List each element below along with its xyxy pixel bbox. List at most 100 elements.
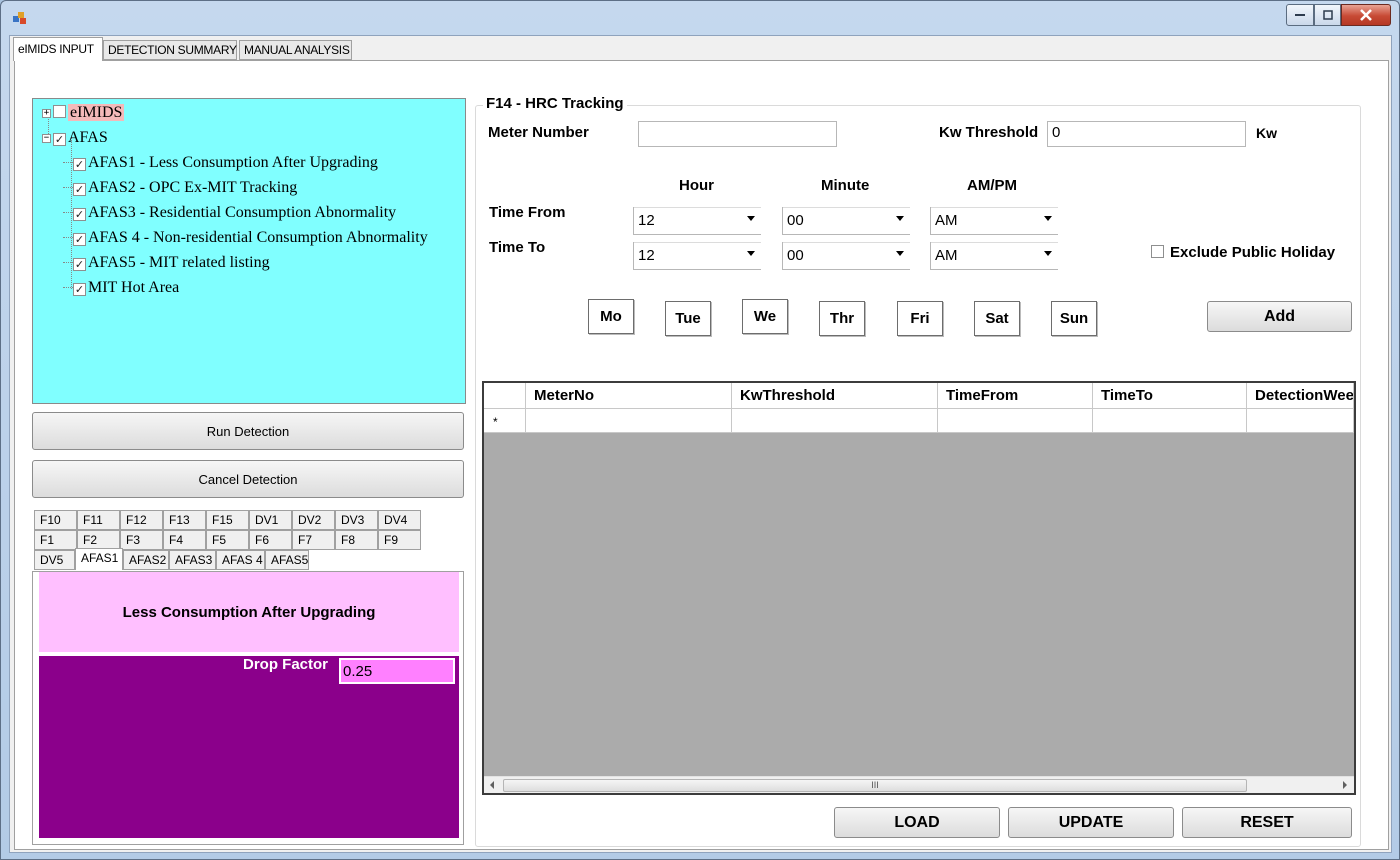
tree-node-child[interactable]: ✓ AFAS3 - Residential Consumption Abnorma… [63, 202, 396, 224]
tree-node-child[interactable]: ✓ AFAS5 - MIT related listing [63, 252, 270, 274]
schedule-grid[interactable]: MeterNo KwThreshold TimeFrom TimeTo Dete… [482, 381, 1356, 795]
reset-button[interactable]: RESET [1182, 807, 1352, 838]
restore-button[interactable] [1314, 4, 1341, 26]
tree-checkbox-eimids[interactable] [53, 105, 66, 118]
column-header-detectionweek[interactable]: DetectionWee [1247, 383, 1354, 409]
sub-tab[interactable]: F7 [292, 530, 335, 550]
sub-tab[interactable]: F1 [34, 530, 77, 550]
tree-node-afas[interactable]: − ✓ AFAS [42, 127, 108, 149]
tree-node-child[interactable]: ✓ AFAS 4 - Non-residential Consumption Ab… [63, 227, 428, 249]
sub-tab[interactable]: F12 [120, 510, 163, 530]
grid-cell[interactable] [1093, 409, 1247, 433]
column-header-timefrom[interactable]: TimeFrom [938, 383, 1093, 409]
sub-tab[interactable]: F9 [378, 530, 421, 550]
day-button-sat[interactable]: Sat [974, 301, 1020, 336]
tab-manual-analysis[interactable]: MANUAL ANALYSIS [239, 40, 352, 60]
afas-panel-title: Less Consumption After Upgrading [39, 572, 459, 652]
drop-factor-input[interactable]: 0.25 [339, 658, 455, 684]
tree-node-child[interactable]: ✓ MIT Hot Area [63, 277, 179, 299]
checkbox-box[interactable] [1151, 245, 1164, 258]
tree-node-child[interactable]: ✓ AFAS1 - Less Consumption After Upgradin… [63, 152, 378, 174]
sub-tab[interactable]: F2 [77, 530, 120, 550]
sub-tab[interactable]: DV5 [34, 550, 75, 570]
column-header-meterno[interactable]: MeterNo [526, 383, 732, 409]
tree-checkbox[interactable]: ✓ [73, 183, 86, 196]
to-ampm-select[interactable]: AM [930, 242, 1058, 270]
tree-checkbox[interactable]: ✓ [73, 208, 86, 221]
tab-detection-summary[interactable]: DETECTION SUMMARY [103, 40, 237, 60]
sub-tab[interactable]: F11 [77, 510, 120, 530]
sub-tab-afas1[interactable]: AFAS1 [75, 548, 123, 570]
sub-tab[interactable]: F10 [34, 510, 77, 530]
sub-tab[interactable]: F15 [206, 510, 249, 530]
sub-tab[interactable]: AFAS3 [169, 550, 216, 570]
select-value: 00 [787, 247, 804, 264]
dropdown-arrow-icon [747, 216, 755, 221]
from-minute-select[interactable]: 00 [782, 207, 910, 235]
tree-checkbox-afas[interactable]: ✓ [53, 133, 66, 146]
tree-checkbox[interactable]: ✓ [73, 158, 86, 171]
day-button-mo[interactable]: Mo [588, 299, 634, 334]
scroll-left-icon[interactable] [489, 781, 495, 789]
expand-plus-icon[interactable]: + [42, 109, 51, 118]
day-button-thr[interactable]: Thr [819, 301, 865, 336]
sub-tab[interactable]: DV3 [335, 510, 378, 530]
column-header-timeto[interactable]: TimeTo [1093, 383, 1247, 409]
kw-threshold-label: Kw Threshold [939, 124, 1039, 141]
update-button[interactable]: UPDATE [1008, 807, 1174, 838]
sub-tab[interactable]: DV2 [292, 510, 335, 530]
collapse-minus-icon[interactable]: − [42, 134, 51, 143]
load-button[interactable]: LOAD [834, 807, 1000, 838]
scrollbar-thumb[interactable]: III [503, 779, 1247, 792]
sub-tab[interactable]: F13 [163, 510, 206, 530]
tree-checkbox[interactable]: ✓ [73, 233, 86, 246]
day-button-tue[interactable]: Tue [665, 301, 711, 336]
tree-checkbox[interactable]: ✓ [73, 258, 86, 271]
tree-node-eimids[interactable]: + eIMIDS [42, 102, 125, 124]
minimize-button[interactable] [1286, 4, 1314, 26]
day-button-fri[interactable]: Fri [897, 301, 943, 336]
grid-cell[interactable] [526, 409, 732, 433]
sub-tab[interactable]: DV4 [378, 510, 421, 530]
column-header-kwthreshold[interactable]: KwThreshold [732, 383, 938, 409]
tree-node-child[interactable]: ✓ AFAS2 - OPC Ex-MIT Tracking [63, 177, 297, 199]
sub-tab[interactable]: F8 [335, 530, 378, 550]
select-value: AM [935, 212, 958, 229]
meter-number-input[interactable] [638, 121, 837, 147]
grid-cell[interactable] [732, 409, 938, 433]
kw-threshold-input[interactable]: 0 [1047, 121, 1246, 147]
horizontal-scrollbar[interactable]: III [484, 776, 1354, 793]
to-minute-select[interactable]: 00 [782, 242, 910, 270]
dropdown-arrow-icon [896, 251, 904, 256]
run-detection-button[interactable]: Run Detection [32, 412, 464, 450]
to-hour-select[interactable]: 12 [633, 242, 761, 270]
sub-tab[interactable]: AFAS 4 [216, 550, 265, 570]
sub-tab[interactable]: AFAS5 [265, 550, 309, 570]
close-button[interactable] [1341, 4, 1391, 26]
exclude-holiday-checkbox[interactable]: Exclude Public Holiday [1151, 244, 1335, 261]
sub-tab[interactable]: F5 [206, 530, 249, 550]
from-hour-select[interactable]: 12 [633, 207, 761, 235]
cancel-detection-button[interactable]: Cancel Detection [32, 460, 464, 498]
day-button-sun[interactable]: Sun [1051, 301, 1097, 336]
title-bar[interactable] [1, 1, 1399, 33]
sub-tab[interactable]: F6 [249, 530, 292, 550]
detection-tree[interactable]: + eIMIDS − ✓ AFAS ✓ AFAS1 - Less Consumption… [32, 98, 466, 404]
tree-checkbox[interactable]: ✓ [73, 283, 86, 296]
sub-tab[interactable]: AFAS2 [123, 550, 169, 570]
tree-node-label: AFAS 4 - Non-residential Consumption Abn… [88, 229, 428, 246]
grid-cell[interactable] [1247, 409, 1354, 433]
add-button[interactable]: Add [1207, 301, 1352, 332]
tab-eimids-input[interactable]: eIMIDS INPUT [13, 37, 103, 61]
day-button-we[interactable]: We [742, 299, 788, 334]
dropdown-arrow-icon [747, 251, 755, 256]
sub-tab[interactable]: DV1 [249, 510, 292, 530]
from-ampm-select[interactable]: AM [930, 207, 1058, 235]
sub-tab[interactable]: F3 [120, 530, 163, 550]
sub-tab[interactable]: F4 [163, 530, 206, 550]
grid-cell[interactable] [938, 409, 1093, 433]
select-value: AM [935, 247, 958, 264]
scroll-right-icon[interactable] [1342, 781, 1348, 789]
tree-connector [63, 187, 73, 188]
client-area: eIMIDS INPUT DETECTION SUMMARY MANUAL AN… [9, 35, 1392, 853]
